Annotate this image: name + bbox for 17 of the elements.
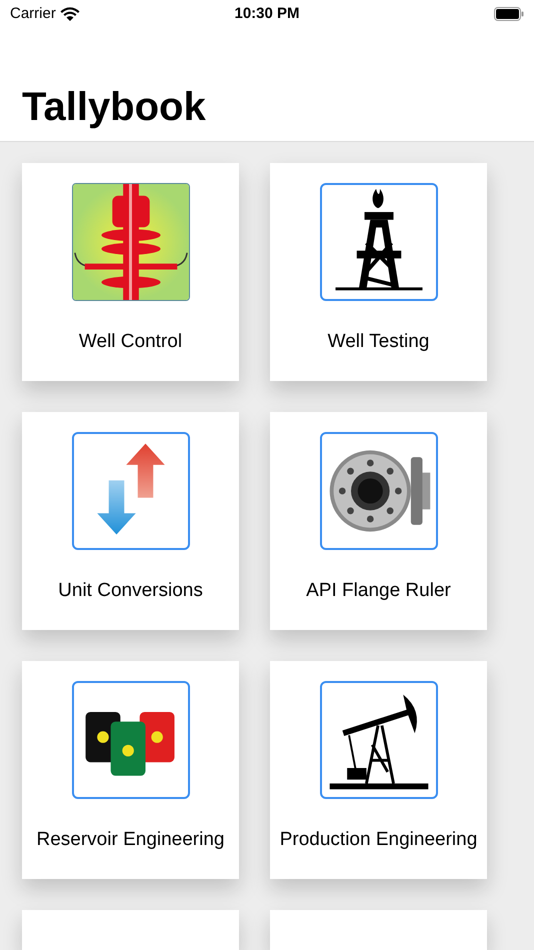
pump-jack-icon <box>320 681 438 799</box>
wifi-icon <box>60 7 80 22</box>
menu-tile[interactable]: Well Control <box>22 163 239 381</box>
wellhead-icon <box>72 183 190 301</box>
clock-label: 10:30 PM <box>234 4 300 24</box>
derrick-icon <box>320 183 438 301</box>
flange-icon <box>320 432 438 550</box>
up-down-arrows-icon <box>72 432 190 550</box>
menu-tile[interactable]: API Flange Ruler <box>270 412 487 630</box>
menu-tile[interactable]: Production Engineering <box>270 661 487 879</box>
menu-tile[interactable]: Reservoir Engineering <box>22 661 239 879</box>
page-title: Tallybook <box>22 84 206 131</box>
carrier-label: Carrier <box>10 4 56 24</box>
menu-tile[interactable]: Unit Conversions <box>22 412 239 630</box>
battery-icon <box>494 7 524 22</box>
menu-tile[interactable]: Well Testing <box>270 163 487 381</box>
barrels-icon <box>72 681 190 799</box>
